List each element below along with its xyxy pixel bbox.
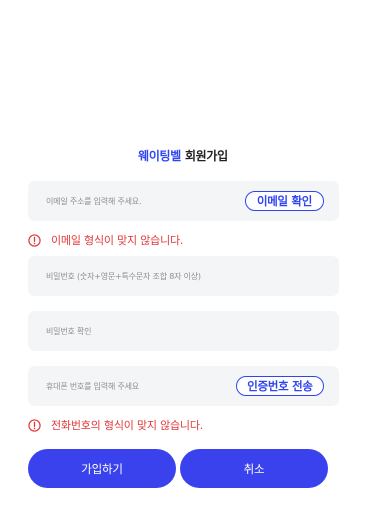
email-error-message: 이메일 형식이 맞지 않습니다. bbox=[28, 232, 183, 248]
phone-error-message: 전화번호의 형식이 맞지 않습니다. bbox=[28, 417, 203, 433]
email-placeholder: 이메일 주소를 입력해 주세요. bbox=[46, 196, 142, 206]
password-confirm-field[interactable]: 비밀번호 확인 bbox=[28, 311, 339, 351]
brand-name: 웨이팅벨 bbox=[138, 149, 182, 163]
phone-field[interactable]: 휴대폰 번호를 입력해 주세요 인증번호 전송 bbox=[28, 366, 339, 406]
alert-circle-icon bbox=[28, 233, 41, 247]
email-field[interactable]: 이메일 주소를 입력해 주세요. 이메일 확인 bbox=[28, 181, 339, 221]
send-verification-code-button[interactable]: 인증번호 전송 bbox=[236, 376, 324, 396]
page-title-text: 회원가입 bbox=[184, 149, 228, 163]
page-title: 웨이팅벨 회원가입 bbox=[0, 147, 366, 164]
password-confirm-placeholder: 비밀번호 확인 bbox=[46, 326, 92, 336]
email-error-text: 이메일 형식이 맞지 않습니다. bbox=[51, 234, 184, 247]
signup-button[interactable]: 가입하기 bbox=[28, 449, 176, 488]
email-verify-button[interactable]: 이메일 확인 bbox=[245, 191, 324, 211]
alert-circle-icon bbox=[28, 418, 41, 432]
password-field[interactable]: 비밀번호 (숫자+영문+특수문자 조합 8자 이상) bbox=[28, 256, 339, 296]
phone-placeholder: 휴대폰 번호를 입력해 주세요 bbox=[46, 381, 139, 391]
phone-error-text: 전화번호의 형식이 맞지 않습니다. bbox=[51, 419, 204, 432]
password-placeholder: 비밀번호 (숫자+영문+특수문자 조합 8자 이상) bbox=[46, 271, 201, 281]
cancel-button[interactable]: 취소 bbox=[180, 449, 328, 488]
